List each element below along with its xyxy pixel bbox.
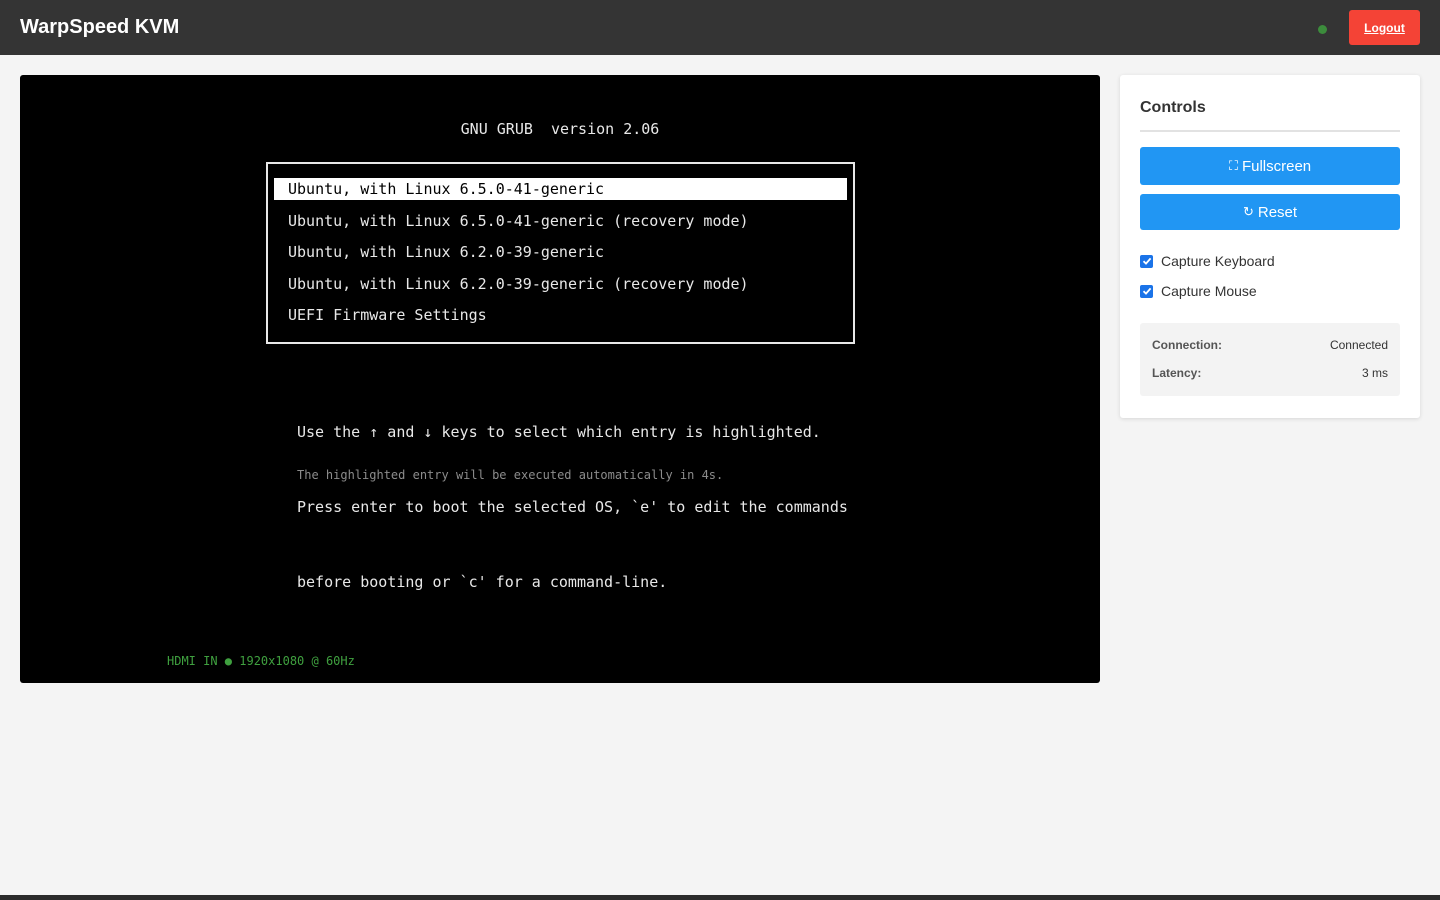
- grub-entry: Ubuntu, with Linux 6.5.0-41-generic: [274, 178, 847, 200]
- grub-menu: Ubuntu, with Linux 6.5.0-41-generic Ubun…: [266, 162, 855, 344]
- capture-mouse-label: Capture Mouse: [1161, 283, 1257, 299]
- grub-help-text: Use the ↑ and ↓ keys to select which ent…: [297, 370, 848, 645]
- hdmi-status-overlay: HDMI IN ● 1920x1080 @ 60Hz: [167, 654, 355, 668]
- help-line: before booting or `c' for a command-line…: [297, 573, 668, 591]
- reset-button[interactable]: ↻ Reset: [1140, 194, 1400, 230]
- capture-mouse-option[interactable]: Capture Mouse: [1140, 281, 1400, 301]
- capture-keyboard-label: Capture Keyboard: [1161, 253, 1275, 269]
- connection-value: Connected: [1329, 338, 1388, 352]
- latency-label: Latency:: [1152, 366, 1202, 380]
- capture-keyboard-checkbox[interactable]: [1140, 254, 1153, 268]
- grub-entry: Ubuntu, with Linux 6.2.0-39-generic: [288, 243, 605, 262]
- connection-info: Connection: Connected Latency: 3 ms: [1140, 323, 1400, 396]
- connection-label: Connection:: [1152, 338, 1222, 352]
- grub-entry: UEFI Firmware Settings: [288, 306, 487, 325]
- top-bar: WarpSpeed KVM Logout: [0, 0, 1440, 55]
- capture-mouse-checkbox[interactable]: [1140, 284, 1153, 298]
- fullscreen-icon: ⛶: [1228, 158, 1238, 173]
- logout-button[interactable]: Logout: [1349, 10, 1420, 45]
- latency-value: 3 ms: [1361, 366, 1388, 380]
- boot-countdown: The highlighted entry will be executed a…: [297, 468, 724, 482]
- checkmark-icon: [1142, 257, 1151, 265]
- controls-title: Controls: [1140, 99, 1400, 132]
- connection-row: Connection: Connected: [1152, 337, 1388, 353]
- reset-label: Reset: [1257, 203, 1298, 221]
- grub-entry: Ubuntu, with Linux 6.2.0-39-generic (rec…: [288, 274, 749, 293]
- header-actions: Logout: [1318, 10, 1420, 45]
- checkmark-icon: [1142, 287, 1151, 295]
- help-line: Press enter to boot the selected OS, `e'…: [297, 498, 848, 516]
- bottom-bar: [0, 895, 1440, 900]
- grub-entry: Ubuntu, with Linux 6.5.0-41-generic (rec…: [288, 211, 749, 230]
- latency-row: Latency: 3 ms: [1152, 365, 1388, 381]
- connection-status-indicator-icon: [1318, 25, 1327, 34]
- fullscreen-label: Fullscreen: [1241, 157, 1312, 175]
- capture-keyboard-option[interactable]: Capture Keyboard: [1140, 251, 1400, 271]
- kvm-video-screen[interactable]: GNU GRUB version 2.06 Ubuntu, with Linux…: [20, 75, 1100, 683]
- controls-panel: Controls ⛶ Fullscreen ↻ Reset Capture Ke…: [1120, 75, 1420, 418]
- reset-icon: ↻: [1242, 204, 1254, 219]
- grub-title: GNU GRUB version 2.06: [460, 120, 660, 138]
- app-title: WarpSpeed KVM: [20, 16, 180, 38]
- help-line: Use the ↑ and ↓ keys to select which ent…: [297, 423, 821, 441]
- fullscreen-button[interactable]: ⛶ Fullscreen: [1140, 147, 1400, 185]
